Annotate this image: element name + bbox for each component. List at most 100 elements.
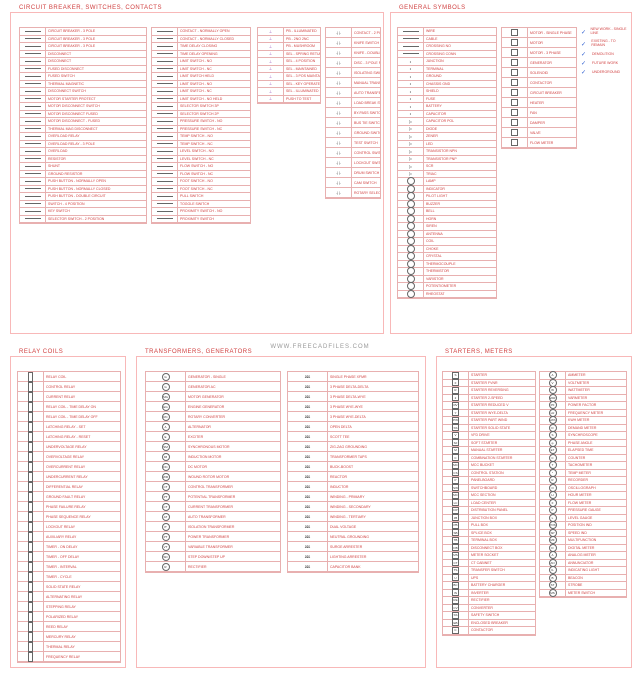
symbol-cell [18, 472, 44, 481]
table-row: AUXILIARY RELAY [18, 532, 120, 542]
symbol-cell: POS [540, 522, 566, 529]
table-row: ▷TRANSISTOR NPN [398, 148, 496, 156]
breaker-col3: ⊥PB - ILLUMINATED⊥PB - 2NO 2NC⊥PB - MUSH… [257, 27, 321, 104]
symbol-cell: ┤├ [326, 98, 352, 107]
symbol-cell [18, 582, 44, 591]
label-cell: HEATER [528, 98, 576, 107]
label-cell: EXCITER [186, 432, 280, 441]
symbol-cell [20, 163, 46, 170]
table-row: FREQUENCY RELAY [18, 652, 120, 662]
symbol-cell [502, 118, 528, 127]
transformer-col1: GGENERATOR - SINGLEGGENERATOR ACMGMOTOR … [145, 371, 281, 573]
label-cell: LED [424, 141, 496, 148]
label-cell: CROSSING NO [424, 43, 496, 50]
panel-breaker: CIRCUIT BREAKER, SWITCHES, CONTACTS CIRC… [10, 12, 384, 334]
label-cell: SHUNT [46, 163, 146, 170]
symbol-cell [502, 68, 528, 77]
label-cell: MOTOR DISCONNECT SWITCH [46, 103, 146, 110]
label-cell: RECTIFIER [186, 562, 280, 571]
label-cell: THERMOCOUPLE [424, 261, 496, 268]
symbol-cell: ⊥ [258, 28, 284, 35]
label-cell: PRESSURE SWITCH - NC [178, 126, 250, 133]
symbol-cell: ⅏ [288, 382, 328, 391]
label-cell: RHEOSTAT [424, 291, 496, 298]
table-row: RELAY COIL - TIME DELAY OFF [18, 412, 120, 422]
label-cell: LATCHING RELAY - RESET [44, 432, 120, 441]
table-row: PTPOWER TRANSFORMER [146, 532, 280, 542]
table-row: MSMETER SWITCH [540, 590, 626, 598]
table-row: ┤├KNIFE SWITCH [326, 38, 380, 48]
table-row: ⅏ZIG-ZAG GROUNDING [288, 442, 418, 452]
label-cell: POWER TRANSFORMER [186, 532, 280, 541]
table-row: •CAPACITOR [398, 111, 496, 119]
symbol-cell [152, 201, 178, 208]
symbol-cell: M [443, 447, 469, 454]
symbol-cell [152, 28, 178, 35]
general-col2: MOTOR - SINGLE PHASEMOTORMOTOR - 3 PHASE… [501, 27, 577, 149]
label-cell: THERMAL MAG DISCONNECT [46, 126, 146, 133]
label-cell: WINDING - TERTIARY [328, 512, 418, 521]
label-cell: WINDING - PRIMARY [328, 492, 418, 501]
label-cell: STROBE [566, 582, 626, 589]
check-icon [581, 51, 589, 56]
symbol-cell: G [146, 372, 186, 381]
label-cell: VARMETER [566, 395, 626, 402]
symbol-cell [20, 36, 46, 43]
symbol-cell: SM [146, 442, 186, 451]
label-cell: SURGE ARRESTER [328, 542, 418, 551]
label-cell: PUSH TO TEST [284, 96, 320, 103]
label-cell: LIMIT SWITCH - NC [178, 66, 250, 73]
label-cell: JUNCTION [424, 58, 496, 65]
table-row: ⅏REACTOR [288, 472, 418, 482]
symbol-cell: MC [443, 492, 469, 499]
table-row: ⅏SINGLE PHASE XFMR [288, 372, 418, 382]
symbol-cell: A [146, 422, 186, 431]
symbol-cell: CT [146, 502, 186, 511]
symbol-cell: MG [146, 392, 186, 401]
label-cell: TACHOMETER [566, 462, 626, 469]
symbol-cell: ⊥ [258, 43, 284, 50]
table-row: PROXIMITY SWITCH [152, 216, 250, 224]
table-row: GGENERATOR - SINGLE [146, 372, 280, 382]
label-cell: CABLE [424, 36, 496, 43]
symbol-cell: R [540, 477, 566, 484]
table-row: CIRCUIT BREAKER [502, 88, 576, 98]
symbol-cell: V [443, 432, 469, 439]
label-cell: POSITION IND [566, 522, 626, 529]
label-cell: SCR [424, 163, 496, 170]
symbol-cell: SB [443, 530, 469, 537]
label-cell: PHASE ANGLE [566, 440, 626, 447]
symbol-cell [398, 216, 424, 223]
symbol-cell: LC [443, 500, 469, 507]
label-cell: CONTROL TRANSFORMER [186, 482, 280, 491]
label-cell: THERMAL RELAY [44, 642, 120, 651]
table-row: SOLENOID [502, 68, 576, 78]
legend-item: FUTURE WORK [581, 60, 627, 65]
label-cell: WIRE [424, 28, 496, 35]
symbol-cell: ┤├ [326, 28, 352, 37]
table-row: ⊥SEL - MAINTAINED [258, 66, 320, 74]
symbol-cell: ┤├ [326, 138, 352, 147]
table-row: ┤├ROTARY SELECTOR [326, 188, 380, 198]
symbol-cell: ⅏ [288, 502, 328, 511]
symbol-cell: ┤├ [326, 128, 352, 137]
label-cell: BUS TIE SWITCH [352, 118, 380, 127]
label-cell: FREQUENCY METER [566, 410, 626, 417]
label-cell: LOAD CENTER [469, 500, 535, 507]
label-cell: MOTOR [528, 38, 576, 47]
table-row: ATAUTO TRANSFORMER [146, 512, 280, 522]
symbol-cell: ┤├ [326, 108, 352, 117]
symbol-cell: P [540, 507, 566, 514]
table-row: GGENERATOR AC [146, 382, 280, 392]
symbol-cell: ▷ [398, 163, 424, 170]
symbol-cell: ET [540, 447, 566, 454]
label-cell: ALTERNATING RELAY [44, 592, 120, 601]
label-cell: POWER FACTOR [566, 402, 626, 409]
symbol-cell: SW [443, 485, 469, 492]
label-cell: GROUND SWITCH [352, 128, 380, 137]
symbol-cell [398, 268, 424, 275]
symbol-cell: RE [443, 597, 469, 604]
symbol-cell [398, 223, 424, 230]
table-row: ⅏WINDING - SECONDARY [288, 502, 418, 512]
symbol-cell: O [540, 485, 566, 492]
